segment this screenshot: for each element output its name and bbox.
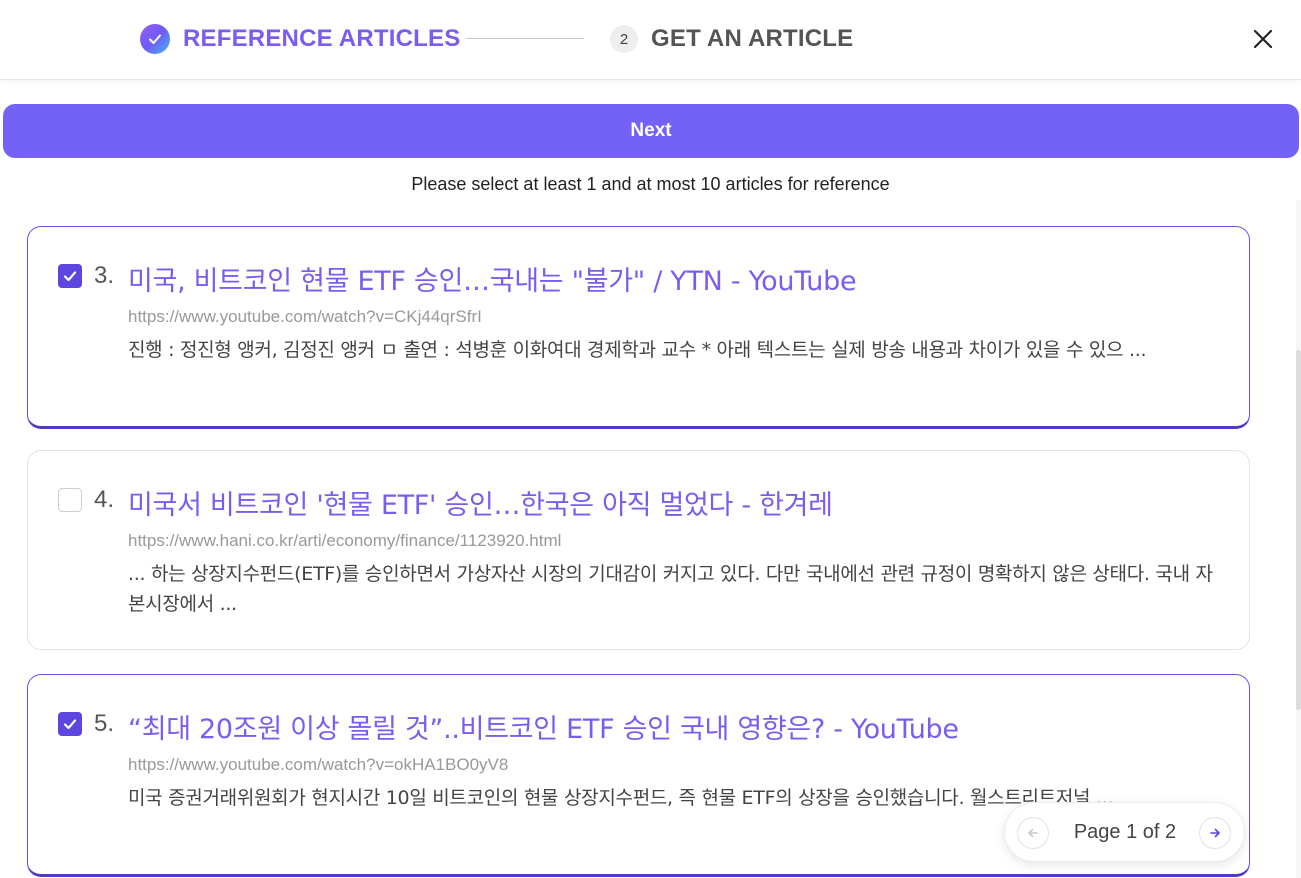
step-label: GET AN ARTICLE bbox=[651, 25, 854, 52]
step-connector bbox=[466, 38, 584, 39]
step-number: 2 bbox=[610, 25, 638, 53]
pagination: Page 1 of 2 bbox=[1004, 802, 1245, 862]
article-title-link[interactable]: “최대 20조원 이상 몰릴 것”..비트코인 ETF 승인 국내 영향은? -… bbox=[128, 707, 959, 746]
article-index: 3. bbox=[94, 262, 115, 289]
check-icon bbox=[63, 271, 77, 282]
article-snippet: ... 하는 상장지수펀드(ETF)를 승인하면서 가상자산 시장의 기대감이 … bbox=[128, 563, 1213, 615]
article-index: 4. bbox=[94, 486, 115, 513]
arrow-left-icon[interactable] bbox=[1017, 817, 1049, 849]
article-title-link[interactable]: 미국서 비트코인 '현물 ETF' 승인…한국은 아직 멀었다 - 한겨레 bbox=[128, 483, 833, 522]
check-icon bbox=[63, 719, 77, 730]
article-url: https://www.youtube.com/watch?v=CKj44qrS… bbox=[128, 307, 482, 326]
article-index: 5. bbox=[94, 710, 115, 737]
page-indicator: Page 1 of 2 bbox=[1073, 821, 1177, 843]
article-title-link[interactable]: 미국, 비트코인 현물 ETF 승인…국내는 "불가" / YTN - YouT… bbox=[128, 259, 857, 298]
selection-instruction: Please select at least 1 and at most 10 … bbox=[411, 174, 890, 194]
scrollbar-thumb[interactable] bbox=[1296, 350, 1301, 710]
article-checkbox[interactable] bbox=[58, 264, 82, 288]
stepper-header: REFERENCE ARTICLES 2 GET AN ARTICLE bbox=[0, 0, 1301, 80]
article-checkbox[interactable] bbox=[58, 488, 82, 512]
arrow-right-icon[interactable] bbox=[1199, 817, 1231, 849]
article-card[interactable]: 3. 미국, 비트코인 현물 ETF 승인…국내는 "불가" / YTN - Y… bbox=[27, 226, 1250, 429]
close-icon[interactable] bbox=[1248, 24, 1278, 54]
article-url: https://www.youtube.com/watch?v=okHA1BO0… bbox=[128, 755, 509, 774]
article-snippet: 진행 : 정진형 앵커, 김정진 앵커 ㅁ 출연 : 석병훈 이화여대 경제학과… bbox=[128, 339, 1147, 361]
step-get-an-article[interactable]: 2 GET AN ARTICLE bbox=[610, 22, 853, 56]
check-circle-icon bbox=[140, 24, 170, 54]
step-label: REFERENCE ARTICLES bbox=[183, 25, 461, 52]
step-reference-articles[interactable]: REFERENCE ARTICLES bbox=[140, 22, 460, 56]
next-button[interactable]: Next bbox=[3, 104, 1299, 158]
article-card[interactable]: 4. 미국서 비트코인 '현물 ETF' 승인…한국은 아직 멀었다 - 한겨레… bbox=[27, 450, 1250, 650]
article-checkbox[interactable] bbox=[58, 712, 82, 736]
article-url: https://www.hani.co.kr/arti/economy/fina… bbox=[128, 531, 562, 550]
